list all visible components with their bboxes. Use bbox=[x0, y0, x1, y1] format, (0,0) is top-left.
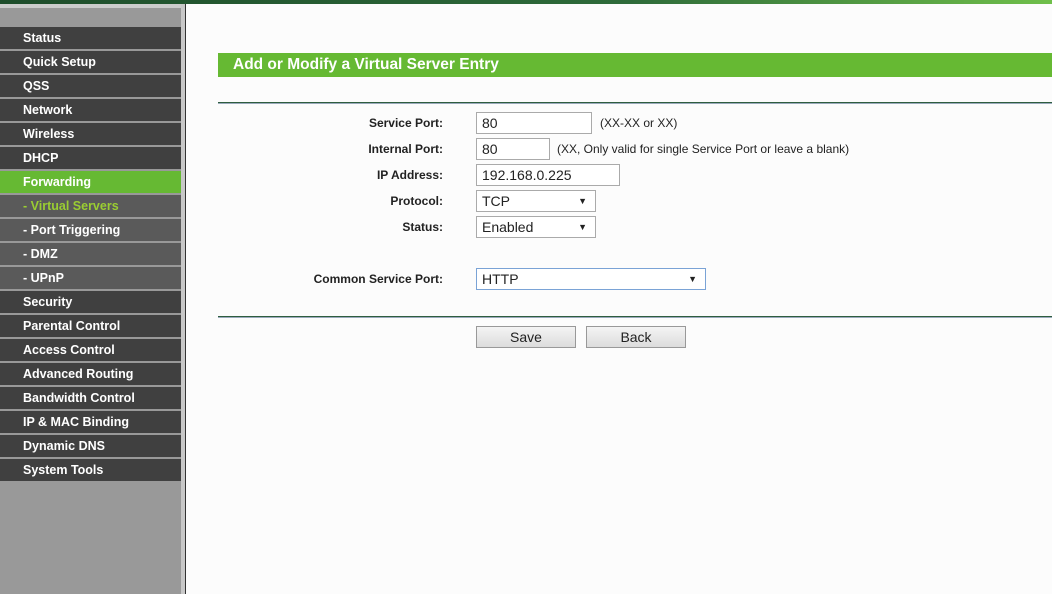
chevron-down-icon: ▼ bbox=[578, 222, 587, 232]
sidebar-item-virtual-servers[interactable]: - Virtual Servers bbox=[0, 195, 181, 217]
ip-address-label: IP Address: bbox=[376, 168, 443, 182]
sidebar-item-access-control[interactable]: Access Control bbox=[0, 339, 181, 361]
sidebar-item-ip-mac-binding[interactable]: IP & MAC Binding bbox=[0, 411, 181, 433]
protocol-value: TCP bbox=[482, 193, 510, 209]
status-value: Enabled bbox=[482, 219, 534, 235]
sidebar-item-system-tools[interactable]: System Tools bbox=[0, 459, 181, 481]
protocol-select[interactable]: TCP ▼ bbox=[476, 190, 596, 212]
sidebar-item-quick-setup[interactable]: Quick Setup bbox=[0, 51, 181, 73]
common-service-port-value: HTTP bbox=[482, 271, 519, 287]
service-port-hint: (XX-XX or XX) bbox=[600, 116, 678, 130]
sidebar-item-upnp[interactable]: - UPnP bbox=[0, 267, 181, 289]
sidebar-item-bandwidth-control[interactable]: Bandwidth Control bbox=[0, 387, 181, 409]
sidebar-item-dmz[interactable]: - DMZ bbox=[0, 243, 181, 265]
status-label: Status: bbox=[402, 220, 443, 234]
ip-address-input[interactable]: 192.168.0.225 bbox=[476, 164, 620, 186]
chevron-down-icon: ▼ bbox=[578, 196, 587, 206]
service-port-label: Service Port: bbox=[368, 116, 443, 130]
sidebar-menu: Status Quick Setup QSS Network Wireless … bbox=[0, 4, 181, 594]
sidebar-item-qss[interactable]: QSS bbox=[0, 75, 181, 97]
divider-bottom bbox=[218, 316, 1052, 318]
chevron-down-icon: ▼ bbox=[688, 274, 697, 284]
protocol-label: Protocol: bbox=[390, 194, 443, 208]
sidebar-item-parental-control[interactable]: Parental Control bbox=[0, 315, 181, 337]
internal-port-input[interactable]: 80 bbox=[476, 138, 550, 160]
page-title: Add or Modify a Virtual Server Entry bbox=[218, 53, 1052, 77]
sidebar-item-security[interactable]: Security bbox=[0, 291, 181, 313]
sidebar-item-dhcp[interactable]: DHCP bbox=[0, 147, 181, 169]
status-select[interactable]: Enabled ▼ bbox=[476, 216, 596, 238]
internal-port-label: Internal Port: bbox=[368, 142, 443, 156]
internal-port-hint: (XX, Only valid for single Service Port … bbox=[557, 142, 850, 156]
main-content: Add or Modify a Virtual Server Entry Ser… bbox=[186, 4, 1052, 594]
sidebar-item-status[interactable]: Status bbox=[0, 27, 181, 49]
sidebar-item-wireless[interactable]: Wireless bbox=[0, 123, 181, 145]
sidebar-item-port-triggering[interactable]: - Port Triggering bbox=[0, 219, 181, 241]
sidebar-item-forwarding[interactable]: Forwarding bbox=[0, 171, 181, 193]
service-port-input[interactable]: 80 bbox=[476, 112, 592, 134]
sidebar-item-network[interactable]: Network bbox=[0, 99, 181, 121]
sidebar-item-dynamic-dns[interactable]: Dynamic DNS bbox=[0, 435, 181, 457]
common-service-port-label: Common Service Port: bbox=[313, 272, 443, 286]
common-service-port-select[interactable]: HTTP ▼ bbox=[476, 268, 706, 290]
save-button[interactable]: Save bbox=[476, 326, 576, 348]
divider-top bbox=[218, 102, 1052, 104]
sidebar-item-advanced-routing[interactable]: Advanced Routing bbox=[0, 363, 181, 385]
back-button[interactable]: Back bbox=[586, 326, 686, 348]
